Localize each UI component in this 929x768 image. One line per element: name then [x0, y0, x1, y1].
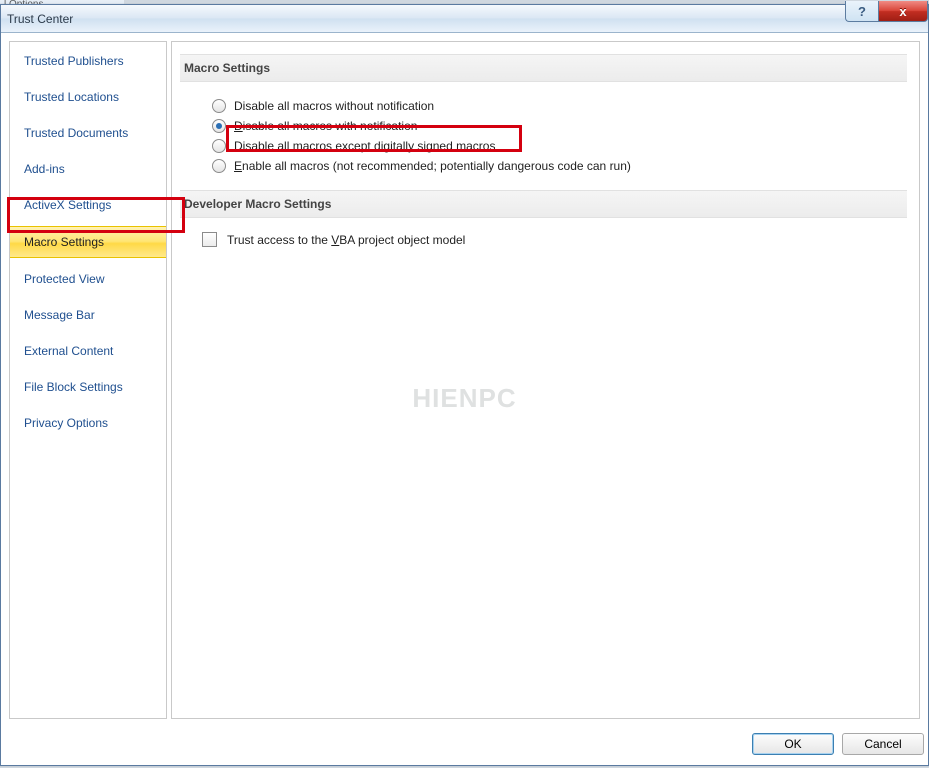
radio-icon: [212, 159, 226, 173]
checkbox-trust-vba-access[interactable]: Trust access to the VBA project object m…: [202, 232, 907, 247]
dialog-body: Trusted Publishers Trusted Locations Tru…: [5, 37, 924, 723]
radio-disable-with-notification[interactable]: Disable all macros with notification: [212, 116, 907, 136]
sidebar-item-macro-settings[interactable]: Macro Settings: [10, 226, 166, 258]
cancel-button[interactable]: Cancel: [842, 733, 924, 755]
sidebar-item-privacy-options[interactable]: Privacy Options: [10, 408, 166, 438]
sidebar-item-activex-settings[interactable]: ActiveX Settings: [10, 190, 166, 220]
sidebar-item-label: Add-ins: [24, 162, 65, 176]
sidebar-item-trusted-publishers[interactable]: Trusted Publishers: [10, 46, 166, 76]
help-icon: ?: [858, 4, 866, 19]
macro-settings-radiogroup: Disable all macros without notification …: [212, 96, 907, 176]
dialog-footer: OK Cancel: [5, 727, 924, 761]
sidebar-item-label: Trusted Documents: [24, 126, 128, 140]
radio-disable-except-signed[interactable]: Disable all macros except digitally sign…: [212, 136, 907, 156]
radio-icon: [212, 99, 226, 113]
sidebar-item-protected-view[interactable]: Protected View: [10, 264, 166, 294]
sidebar-item-label: Trusted Publishers: [24, 54, 124, 68]
sidebar-item-label: Trusted Locations: [24, 90, 119, 104]
window-title: Trust Center: [1, 12, 73, 26]
sidebar-item-message-bar[interactable]: Message Bar: [10, 300, 166, 330]
sidebar-item-label: Message Bar: [24, 308, 95, 322]
sidebar-item-label: ActiveX Settings: [24, 198, 111, 212]
radio-icon: [212, 139, 226, 153]
help-button[interactable]: ?: [845, 1, 878, 22]
sidebar-item-label: Privacy Options: [24, 416, 108, 430]
radio-disable-without-notification[interactable]: Disable all macros without notification: [212, 96, 907, 116]
sidebar: Trusted Publishers Trusted Locations Tru…: [9, 41, 167, 719]
close-icon: x: [899, 4, 906, 19]
sidebar-item-label: File Block Settings: [24, 380, 123, 394]
sidebar-item-file-block-settings[interactable]: File Block Settings: [10, 372, 166, 402]
radio-icon: [212, 119, 226, 133]
radio-label: Disable all macros without notification: [234, 99, 434, 113]
window-buttons: ? x: [845, 1, 928, 22]
sidebar-item-label: External Content: [24, 344, 113, 358]
sidebar-item-label: Protected View: [24, 272, 105, 286]
sidebar-item-trusted-documents[interactable]: Trusted Documents: [10, 118, 166, 148]
content-pane: Macro Settings Disable all macros withou…: [171, 41, 920, 719]
radio-label: Disable all macros except digitally sign…: [234, 139, 495, 153]
radio-enable-all-macros[interactable]: Enable all macros (not recommended; pote…: [212, 156, 907, 176]
close-button[interactable]: x: [878, 1, 928, 22]
ok-button[interactable]: OK: [752, 733, 834, 755]
titlebar: Trust Center ? x: [1, 5, 928, 33]
sidebar-item-add-ins[interactable]: Add-ins: [10, 154, 166, 184]
section-heading-macro: Macro Settings: [180, 54, 907, 82]
sidebar-item-label: Macro Settings: [24, 235, 104, 249]
sidebar-item-trusted-locations[interactable]: Trusted Locations: [10, 82, 166, 112]
checkbox-icon: [202, 232, 217, 247]
radio-label: Disable all macros with notification: [234, 119, 417, 133]
checkbox-label: Trust access to the VBA project object m…: [227, 233, 465, 247]
sidebar-item-external-content[interactable]: External Content: [10, 336, 166, 366]
radio-label: Enable all macros (not recommended; pote…: [234, 159, 631, 173]
trust-center-window: Trust Center ? x Trusted Publishers Trus…: [0, 4, 929, 766]
section-heading-developer: Developer Macro Settings: [180, 190, 907, 218]
